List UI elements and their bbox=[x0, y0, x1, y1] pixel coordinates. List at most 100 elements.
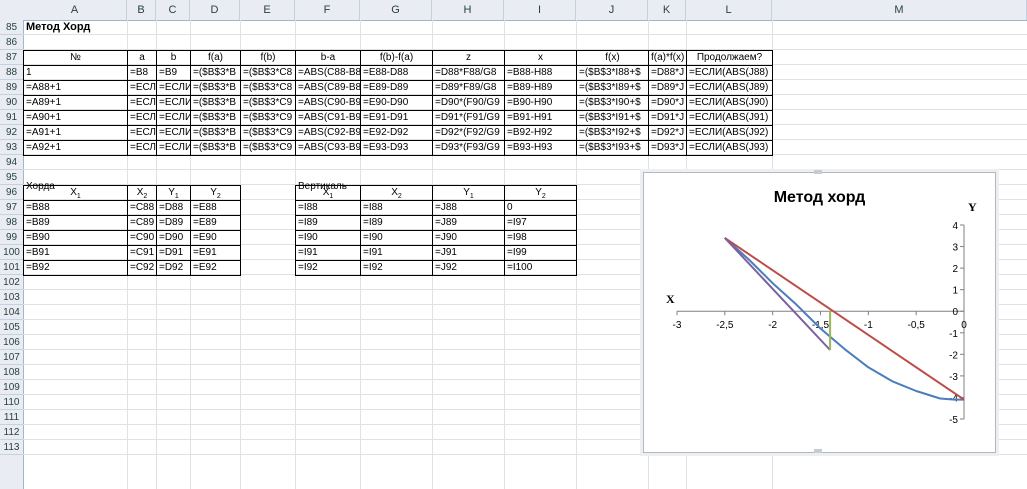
table-cell[interactable]: =($B$3*I92+$ bbox=[576, 125, 649, 141]
table-cell[interactable]: =E88 bbox=[190, 200, 241, 216]
table-cell[interactable]: =D88 bbox=[156, 200, 191, 216]
table-cell[interactable]: =ЕСЛИ(ABS(J93) bbox=[686, 140, 773, 156]
table-cell[interactable]: =B92 bbox=[23, 260, 128, 276]
table-cell[interactable]: =ЕСЛИ(ABS(J89) bbox=[686, 80, 773, 96]
header-cell[interactable]: Y1 bbox=[432, 185, 505, 201]
table-cell[interactable]: =($B$3*C8 bbox=[240, 65, 296, 81]
header-cell[interactable]: x bbox=[504, 50, 577, 66]
row-header-100[interactable]: 100 bbox=[0, 245, 23, 260]
table-cell[interactable]: =ЕСЛИ bbox=[156, 140, 191, 156]
table-cell[interactable]: =B91 bbox=[23, 245, 128, 261]
table-cell[interactable]: 0 bbox=[504, 200, 577, 216]
table-cell[interactable]: =D93*(F93/G9 bbox=[432, 140, 505, 156]
table-cell[interactable]: =($B$3*C8 bbox=[240, 80, 296, 96]
row-header-108[interactable]: 108 bbox=[0, 365, 23, 380]
table-cell[interactable]: =ЕСЛИ bbox=[127, 80, 157, 96]
row-header-103[interactable]: 103 bbox=[0, 290, 23, 305]
table-cell[interactable]: =($B$3*I88+$ bbox=[576, 65, 649, 81]
header-cell[interactable]: z bbox=[432, 50, 505, 66]
table-cell[interactable]: =D90 bbox=[156, 230, 191, 246]
row-header-112[interactable]: 112 bbox=[0, 425, 23, 440]
table-cell[interactable]: =($B$3*B bbox=[190, 125, 241, 141]
table-cell[interactable]: =($B$3*B bbox=[190, 80, 241, 96]
column-header-g[interactable]: G bbox=[360, 0, 432, 20]
table-cell[interactable]: =($B$3*I91+$ bbox=[576, 110, 649, 126]
table-cell[interactable]: =C90 bbox=[127, 230, 157, 246]
table-cell[interactable]: =E91-D91 bbox=[360, 110, 433, 126]
table-cell[interactable]: =ABS(C89-B8 bbox=[295, 80, 361, 96]
row-header-89[interactable]: 89 bbox=[0, 80, 23, 95]
table-cell[interactable]: =ABS(C91-B9 bbox=[295, 110, 361, 126]
row-header-88[interactable]: 88 bbox=[0, 65, 23, 80]
table-cell[interactable]: =E90 bbox=[190, 230, 241, 246]
header-cell[interactable]: № bbox=[23, 50, 128, 66]
header-cell[interactable]: f(b)-f(a) bbox=[360, 50, 433, 66]
table-cell[interactable]: =ABS(C93-B9 bbox=[295, 140, 361, 156]
row-header-91[interactable]: 91 bbox=[0, 110, 23, 125]
table-cell[interactable]: =B90 bbox=[23, 230, 128, 246]
table-cell[interactable]: =ЕСЛИ(ABS(J90) bbox=[686, 95, 773, 111]
table-cell[interactable]: =ЕСЛИ(ABS(J92) bbox=[686, 125, 773, 141]
column-header-c[interactable]: C bbox=[156, 0, 190, 20]
header-cell[interactable]: X2 bbox=[127, 185, 157, 201]
table-cell[interactable]: =($B$3*I93+$ bbox=[576, 140, 649, 156]
table-cell[interactable]: =D91 bbox=[156, 245, 191, 261]
table-cell[interactable]: =A92+1 bbox=[23, 140, 128, 156]
header-cell[interactable]: f(x) bbox=[576, 50, 649, 66]
row-header-104[interactable]: 104 bbox=[0, 305, 23, 320]
chord-method-chart[interactable]: Метод хорд -3 -2,5 -2 -1,5 -1 -0,5 0 4 3 2 1 0 -1 -2-… bbox=[643, 172, 996, 453]
row-header-97[interactable]: 97 bbox=[0, 200, 23, 215]
table-cell[interactable]: =E93-D93 bbox=[360, 140, 433, 156]
table-cell[interactable]: =I88 bbox=[360, 200, 433, 216]
table-cell[interactable]: =E92-D92 bbox=[360, 125, 433, 141]
column-header-i[interactable]: I bbox=[504, 0, 576, 20]
table-cell[interactable]: =E92 bbox=[190, 260, 241, 276]
header-cell[interactable]: Y1 bbox=[156, 185, 191, 201]
table-cell[interactable]: =C88 bbox=[127, 200, 157, 216]
row-header-111[interactable]: 111 bbox=[0, 410, 23, 425]
column-header-d[interactable]: D bbox=[190, 0, 240, 20]
column-header-m[interactable]: M bbox=[772, 0, 1027, 20]
column-header-k[interactable]: K bbox=[648, 0, 686, 20]
table-cell[interactable]: =ЕСЛИ bbox=[156, 110, 191, 126]
column-header-e[interactable]: E bbox=[240, 0, 295, 20]
table-cell[interactable]: =D91*J bbox=[648, 110, 687, 126]
table-cell[interactable]: =ЕСЛИ bbox=[156, 125, 191, 141]
table-cell[interactable]: =I88 bbox=[295, 200, 361, 216]
table-cell[interactable]: =J88 bbox=[432, 200, 505, 216]
table-cell[interactable]: =($B$3*C9 bbox=[240, 110, 296, 126]
header-cell[interactable]: f(a)*f(x) bbox=[648, 50, 687, 66]
table-cell[interactable]: =D88*J bbox=[648, 65, 687, 81]
table-cell[interactable]: =E90-D90 bbox=[360, 95, 433, 111]
column-header-b[interactable]: B bbox=[127, 0, 156, 20]
header-cell[interactable]: Продолжаем? bbox=[686, 50, 773, 66]
table-cell[interactable]: =I90 bbox=[295, 230, 361, 246]
header-cell[interactable]: b bbox=[156, 50, 191, 66]
header-cell[interactable]: f(b) bbox=[240, 50, 296, 66]
header-cell[interactable]: Y2 bbox=[504, 185, 577, 201]
table-cell[interactable]: =C91 bbox=[127, 245, 157, 261]
table-cell[interactable]: =A89+1 bbox=[23, 95, 128, 111]
row-header-110[interactable]: 110 bbox=[0, 395, 23, 410]
row-header-96[interactable]: 96 bbox=[0, 185, 23, 200]
table-cell[interactable]: =ЕСЛИ bbox=[156, 95, 191, 111]
table-cell[interactable]: =J90 bbox=[432, 230, 505, 246]
table-cell[interactable]: =I89 bbox=[295, 215, 361, 231]
header-cell[interactable]: b-a bbox=[295, 50, 361, 66]
table-cell[interactable]: =A90+1 bbox=[23, 110, 128, 126]
table-cell[interactable]: =B90-H90 bbox=[504, 95, 577, 111]
table-cell[interactable]: =D92*(F92/G9 bbox=[432, 125, 505, 141]
table-cell[interactable]: =I91 bbox=[295, 245, 361, 261]
table-cell[interactable]: =J92 bbox=[432, 260, 505, 276]
table-cell[interactable]: =($B$3*I89+$ bbox=[576, 80, 649, 96]
table-cell[interactable]: =ЕСЛИ bbox=[156, 80, 191, 96]
header-cell[interactable]: a bbox=[127, 50, 157, 66]
row-header-107[interactable]: 107 bbox=[0, 350, 23, 365]
table-cell[interactable]: =I100 bbox=[504, 260, 577, 276]
table-cell[interactable]: =D92*J bbox=[648, 125, 687, 141]
table-cell[interactable]: =C92 bbox=[127, 260, 157, 276]
table-cell[interactable]: =I99 bbox=[504, 245, 577, 261]
table-cell[interactable]: =D90*(F90/G9 bbox=[432, 95, 505, 111]
table-cell[interactable]: =B89-H89 bbox=[504, 80, 577, 96]
row-header-106[interactable]: 106 bbox=[0, 335, 23, 350]
